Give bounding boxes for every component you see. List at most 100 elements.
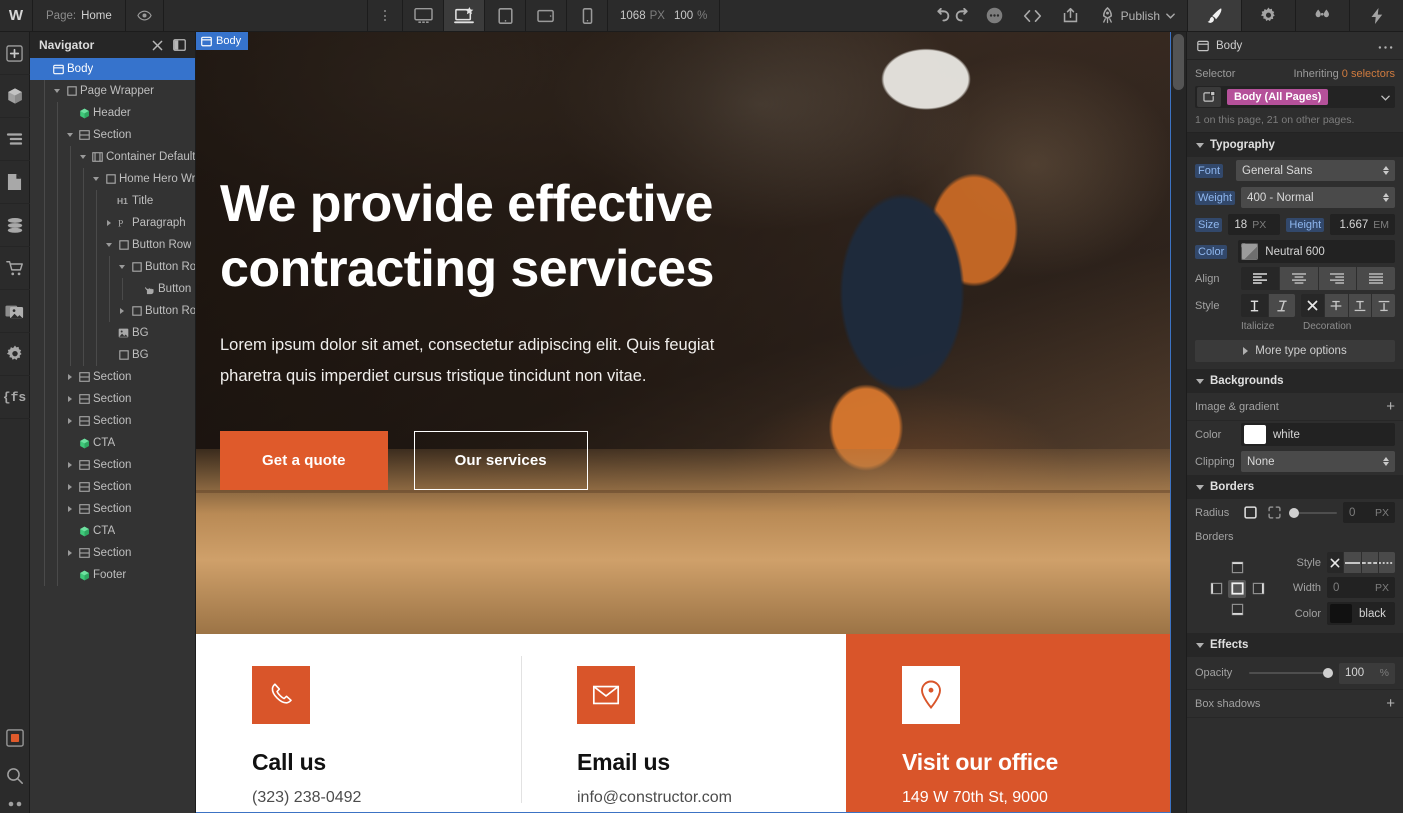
expand-toggle-icon[interactable] <box>64 550 76 556</box>
expand-toggle-icon[interactable] <box>64 418 76 424</box>
search-button[interactable] <box>0 757 30 795</box>
components-button[interactable] <box>0 75 30 118</box>
border-dotted-button[interactable] <box>1378 552 1395 573</box>
page-selector[interactable]: Page: Home <box>33 0 126 31</box>
navigator-item-container-default[interactable]: Container Default <box>30 146 195 168</box>
navigator-item-bg[interactable]: BG <box>30 344 195 366</box>
assets-button[interactable] <box>0 290 30 333</box>
pages-button[interactable] <box>0 161 30 204</box>
close-x-icon[interactable] <box>152 40 163 51</box>
navigator-item-section[interactable]: Section <box>30 388 195 410</box>
overline-button[interactable] <box>1372 294 1395 317</box>
clipping-select[interactable]: None <box>1241 451 1395 472</box>
navigator-item-footer[interactable]: Footer <box>30 564 195 586</box>
navigator-item-page-wrapper[interactable]: Page Wrapper <box>30 80 195 102</box>
align-center-button[interactable] <box>1279 267 1318 290</box>
navigator-item-button-primary[interactable]: Button Primary <box>30 278 195 300</box>
breakpoint-tablet-landscape[interactable] <box>526 0 568 31</box>
backgrounds-section-header[interactable]: Backgrounds <box>1187 369 1403 393</box>
size-input[interactable]: 18 PX <box>1228 214 1281 235</box>
border-all-button[interactable] <box>1228 579 1246 598</box>
radius-slider[interactable] <box>1289 502 1337 523</box>
hero-paragraph[interactable]: Lorem ipsum dolor sit amet, consectetur … <box>220 330 765 391</box>
navigator-item-cta[interactable]: CTA <box>30 432 195 454</box>
panel-collapse-icon[interactable] <box>173 39 186 51</box>
contact-card-value[interactable]: 149 W 70th St, 9000 <box>902 789 1170 807</box>
add-box-shadow-button[interactable]: + <box>1386 696 1395 711</box>
expand-toggle-icon[interactable] <box>64 484 76 490</box>
navigator-item-section[interactable]: Section <box>30 366 195 388</box>
publish-button[interactable]: Publish <box>1090 0 1187 31</box>
underline-button[interactable] <box>1348 294 1372 317</box>
border-top-button[interactable] <box>1228 559 1246 577</box>
expand-toggle-icon[interactable] <box>90 177 102 181</box>
border-width-input[interactable]: 0 PX <box>1327 577 1395 598</box>
image-gradient-row[interactable]: Image & gradient + <box>1187 393 1403 421</box>
text-color-picker[interactable]: Neutral 600 <box>1238 240 1395 263</box>
navigator-item-bg[interactable]: BG <box>30 322 195 344</box>
redo-button[interactable] <box>950 0 976 31</box>
line-height-input[interactable]: 1.667 EM <box>1330 214 1395 235</box>
navigator-item-body[interactable]: Body <box>30 58 195 80</box>
settings-button[interactable] <box>0 333 30 376</box>
canvas-scrollbar[interactable] <box>1171 32 1186 813</box>
expand-toggle-icon[interactable] <box>64 396 76 402</box>
radius-input[interactable]: 0 PX <box>1343 502 1395 523</box>
breakpoint-tablet[interactable] <box>485 0 527 31</box>
comments-button[interactable] <box>976 0 1014 31</box>
navigator-button[interactable] <box>0 118 30 161</box>
canvas-scrollbar-thumb[interactable] <box>1173 34 1184 90</box>
preview-toggle[interactable] <box>126 0 164 31</box>
background-color-picker[interactable]: white <box>1241 423 1395 446</box>
strikethrough-button[interactable] <box>1324 294 1348 317</box>
expand-toggle-icon[interactable] <box>64 506 76 512</box>
navigator-item-section[interactable]: Section <box>30 124 195 146</box>
radius-all-corners-button[interactable] <box>1241 504 1259 522</box>
navigator-item-cta[interactable]: CTA <box>30 520 195 542</box>
breakpoint-more-button[interactable] <box>367 0 404 31</box>
align-right-button[interactable] <box>1318 267 1357 290</box>
cms-button[interactable] <box>0 204 30 247</box>
settings-panel-tab[interactable] <box>1241 0 1295 31</box>
weight-select[interactable]: 400 - Normal <box>1241 187 1395 208</box>
navigator-item-paragraph[interactable]: P Paragraph <box>30 212 195 234</box>
navigator-item-section[interactable]: Section <box>30 454 195 476</box>
contact-card-value[interactable]: info@constructor.com <box>577 789 846 807</box>
background-color-swatch[interactable] <box>1244 425 1266 444</box>
hero-title[interactable]: We provide effective contracting service… <box>220 172 860 302</box>
navigator-item-button-row[interactable]: Button Row <box>30 234 195 256</box>
navigator-item-title[interactable]: H1 Title <box>30 190 195 212</box>
text-color-swatch[interactable] <box>1241 243 1259 260</box>
more-button[interactable] <box>0 795 30 813</box>
selector-field[interactable]: Body (All Pages) <box>1195 86 1395 108</box>
expand-toggle-icon[interactable] <box>51 89 63 93</box>
contact-card-value[interactable]: (323) 238-0492 <box>252 789 521 807</box>
border-dashed-button[interactable] <box>1361 552 1378 573</box>
navigator-item-section[interactable]: Section <box>30 542 195 564</box>
border-none-button[interactable] <box>1327 552 1344 573</box>
opacity-input[interactable]: 100 % <box>1339 662 1395 684</box>
expand-toggle-icon[interactable] <box>64 133 76 137</box>
variables-button[interactable]: {fs <box>0 376 30 419</box>
effects-panel-tab[interactable] <box>1349 0 1403 31</box>
contact-card-email[interactable]: Email us info@constructor.com <box>521 634 846 812</box>
border-color-picker[interactable]: black <box>1327 602 1395 625</box>
navigator-item-section[interactable]: Section <box>30 410 195 432</box>
navigator-item-button-row-last[interactable]: Button Row Last <box>30 300 195 322</box>
borders-section-header[interactable]: Borders <box>1187 475 1403 499</box>
align-left-button[interactable] <box>1241 267 1279 290</box>
expand-toggle-icon[interactable] <box>116 265 128 269</box>
effects-section-header[interactable]: Effects <box>1187 633 1403 657</box>
box-shadows-row[interactable]: Box shadows + <box>1187 690 1403 718</box>
share-button[interactable] <box>1052 0 1090 31</box>
expand-toggle-icon[interactable] <box>64 374 76 380</box>
navigator-item-section[interactable]: Section <box>30 476 195 498</box>
typography-section-header[interactable]: Typography <box>1187 133 1403 157</box>
expand-toggle-icon[interactable] <box>103 243 115 247</box>
more-type-options-button[interactable]: More type options <box>1195 340 1395 362</box>
contact-card-call[interactable]: Call us (323) 238-0492 <box>196 634 521 812</box>
breakpoint-mobile[interactable] <box>567 0 609 31</box>
add-image-gradient-button[interactable]: + <box>1386 399 1395 414</box>
get-a-quote-button[interactable]: Get a quote <box>220 431 388 491</box>
radius-individual-button[interactable] <box>1265 504 1283 522</box>
